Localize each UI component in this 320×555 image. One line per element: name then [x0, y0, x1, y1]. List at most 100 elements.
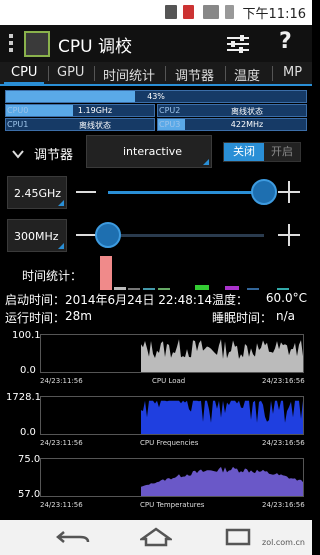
sleep-label: 睡眠时间： — [212, 311, 273, 325]
temp-label: 温度： — [212, 293, 249, 307]
cpu-freq-graph — [40, 396, 304, 435]
tab-gpu[interactable]: GPU — [57, 65, 84, 80]
max-freq-plus[interactable] — [278, 181, 300, 203]
cpu-temp-graph — [40, 458, 304, 497]
cpu3-label: CPU3 — [159, 120, 181, 129]
graph-t-end: 24/23:16:56 — [262, 501, 305, 509]
settings-sliders-icon[interactable] — [226, 34, 250, 54]
cpu-total-label: 43% — [147, 92, 165, 101]
max-freq-knob[interactable] — [251, 179, 277, 205]
graph-title: CPU Temperatures — [140, 501, 205, 509]
app-logo-icon — [24, 31, 50, 57]
temp-value: 60.0°C — [265, 291, 307, 305]
toggle-off[interactable]: 关闭 — [224, 143, 264, 161]
cpu-total-bar: 43% — [5, 90, 307, 103]
cpu0-label: CPU0 — [7, 106, 29, 115]
graph-trace — [141, 400, 303, 434]
nav-bar: zol.com.cn — [0, 520, 312, 555]
cpu3-bar: CPU3 422MHz — [157, 118, 307, 131]
chevron-down-icon[interactable] — [12, 144, 24, 159]
max-freq-select[interactable]: 2.45GHz — [7, 176, 67, 209]
cpu-load-graph-panel: 100.1 0.0 24/23:11:56 CPU Load 24/23:16:… — [0, 329, 312, 391]
boot-value: 2014年6月24日 22:48:14 — [65, 293, 213, 307]
cpu1-bar: CPU1 离线状态 — [5, 118, 155, 131]
time-stat-bar — [225, 286, 239, 290]
cpu3-value: 422MHz — [230, 120, 264, 129]
watermark: zol.com.cn — [262, 538, 305, 547]
min-freq-select[interactable]: 300MHz — [7, 219, 67, 252]
dropdown-icon — [58, 243, 64, 249]
min-freq-minus[interactable] — [76, 234, 96, 236]
graph-title: CPU Load — [152, 377, 186, 385]
dropdown-icon — [58, 200, 64, 206]
max-freq-slider-fill — [108, 191, 264, 194]
graph-t-start: 24/23:11:56 — [40, 501, 83, 509]
governor-value: interactive — [123, 145, 183, 158]
info-row-1: 启动时间： 2014年6月24日 22:48:14 温度： 60.0°C — [5, 291, 309, 307]
graph-t-start: 24/23:11:56 — [40, 377, 83, 385]
signal-icon — [203, 5, 219, 19]
min-freq-value: 300MHz — [14, 230, 59, 243]
tab-bar: CPU GPU 时间统计 调节器 温度 MP — [0, 62, 312, 86]
graph-t-start: 24/23:11:56 — [40, 439, 83, 447]
cpu1-value: 离线状态 — [79, 121, 111, 130]
cpu0-value: 1.19GHz — [77, 106, 113, 115]
uptime-value: 28m — [65, 309, 92, 323]
tab-time-stats[interactable]: 时间统计 — [103, 65, 155, 84]
graph-ymax: 1728.1 — [6, 392, 41, 403]
time-stat-bar — [114, 287, 126, 290]
max-freq-minus[interactable] — [76, 191, 96, 193]
tab-governor[interactable]: 调节器 — [175, 65, 214, 84]
min-freq-knob[interactable] — [95, 222, 121, 248]
battery-icon — [225, 5, 234, 19]
cpu-load-graph — [40, 334, 304, 373]
time-stat-bar — [100, 256, 112, 290]
graph-title: CPU Frequencies — [140, 439, 199, 447]
graph-ymin: 57.0 — [18, 489, 41, 500]
uptime-label: 运行时间： — [5, 311, 66, 325]
graph-t-end: 24/23:16:56 — [262, 377, 305, 385]
status-time: 下午11:16 — [242, 7, 306, 22]
notification-icon — [165, 5, 177, 19]
time-stat-bar — [247, 288, 259, 290]
min-freq-plus[interactable] — [278, 224, 300, 246]
time-stats-bars — [97, 254, 297, 290]
tab-mp[interactable]: MP — [283, 65, 302, 80]
toggle-on[interactable]: 开启 — [264, 143, 300, 161]
governor-toggle[interactable]: 关闭 开启 — [223, 142, 301, 162]
tab-cpu[interactable]: CPU — [11, 65, 37, 80]
graph-ymin: 0.0 — [20, 427, 36, 438]
home-icon[interactable] — [138, 527, 174, 547]
time-stat-bar — [158, 288, 170, 290]
cpu2-value: 离线状态 — [231, 107, 263, 116]
warning-icon — [183, 5, 194, 19]
graph-trace — [141, 466, 303, 496]
time-stat-bar — [143, 288, 155, 290]
time-stats-label: 时间统计： — [22, 269, 83, 283]
min-freq-slider[interactable] — [108, 234, 264, 237]
boot-label: 启动时间： — [5, 293, 66, 307]
governor-label: 调节器 — [34, 148, 74, 163]
title-bar: CPU 调校 ? — [0, 25, 312, 62]
cpu0-bar: CPU0 1.19GHz — [5, 104, 155, 117]
governor-select[interactable]: interactive — [86, 135, 212, 168]
cpu2-label: CPU2 — [159, 106, 181, 115]
graph-trace — [141, 339, 303, 372]
sleep-value: n/a — [275, 309, 295, 323]
time-stat-bar — [277, 288, 289, 290]
graph-t-end: 24/23:16:56 — [262, 439, 305, 447]
overflow-menu-icon[interactable] — [9, 34, 13, 53]
time-stat-bar — [195, 285, 209, 290]
graph-ymax: 100.1 — [12, 330, 41, 341]
tab-temperature[interactable]: 温度 — [234, 65, 260, 84]
max-freq-value: 2.45GHz — [14, 187, 62, 200]
graph-ymin: 0.0 — [20, 365, 36, 376]
info-row-2: 运行时间： 28m 睡眠时间： n/a — [5, 309, 309, 325]
back-icon[interactable] — [56, 528, 90, 546]
cpu1-label: CPU1 — [7, 120, 29, 129]
help-icon[interactable]: ? — [279, 29, 292, 54]
recent-apps-icon[interactable] — [225, 528, 251, 546]
cpu-freq-graph-panel: 1728.1 0.0 24/23:11:56 CPU Frequencies 2… — [0, 391, 312, 453]
app-title: CPU 调校 — [58, 37, 132, 57]
cpu-temp-graph-panel: 75.0 57.0 24/23:11:56 CPU Temperatures 2… — [0, 453, 312, 515]
